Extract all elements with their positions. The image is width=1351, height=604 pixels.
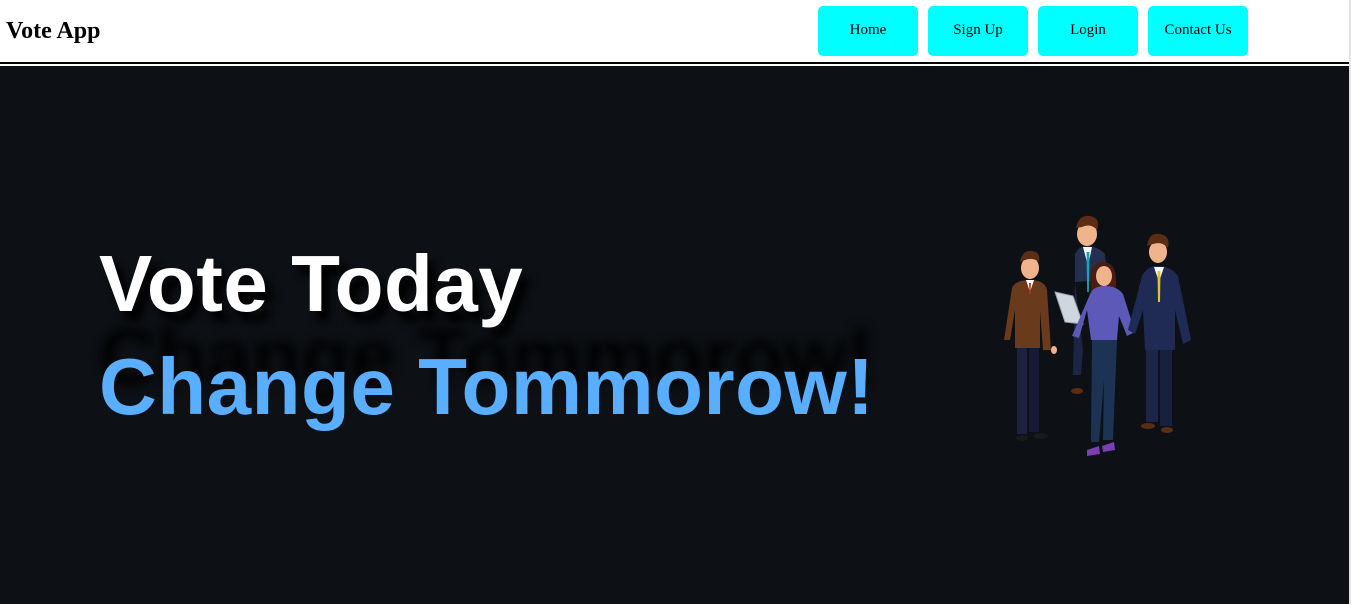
headline-line-2: Change Tommorow! [99, 342, 875, 431]
clipboard-paper [1054, 291, 1084, 325]
contact-us-button[interactable]: Contact Us [1148, 6, 1248, 56]
business-team-illustration [1004, 215, 1191, 456]
headline-line-1: Vote Today [99, 239, 524, 328]
person-left-figure [1004, 250, 1057, 441]
person-right-figure [1128, 233, 1191, 433]
hero-headline: Vote Today Change Tommorow! [99, 244, 874, 427]
nav-links: Home Sign Up Login Contact Us [818, 6, 1248, 56]
sign-up-button[interactable]: Sign Up [928, 6, 1028, 56]
login-button[interactable]: Login [1038, 6, 1138, 56]
home-button[interactable]: Home [818, 6, 918, 56]
brand-title[interactable]: Vote App [6, 16, 100, 46]
hero-section: Vote Today Change Tommorow! [0, 66, 1349, 604]
top-navbar: Vote App Home Sign Up Login Contact Us [0, 0, 1349, 64]
